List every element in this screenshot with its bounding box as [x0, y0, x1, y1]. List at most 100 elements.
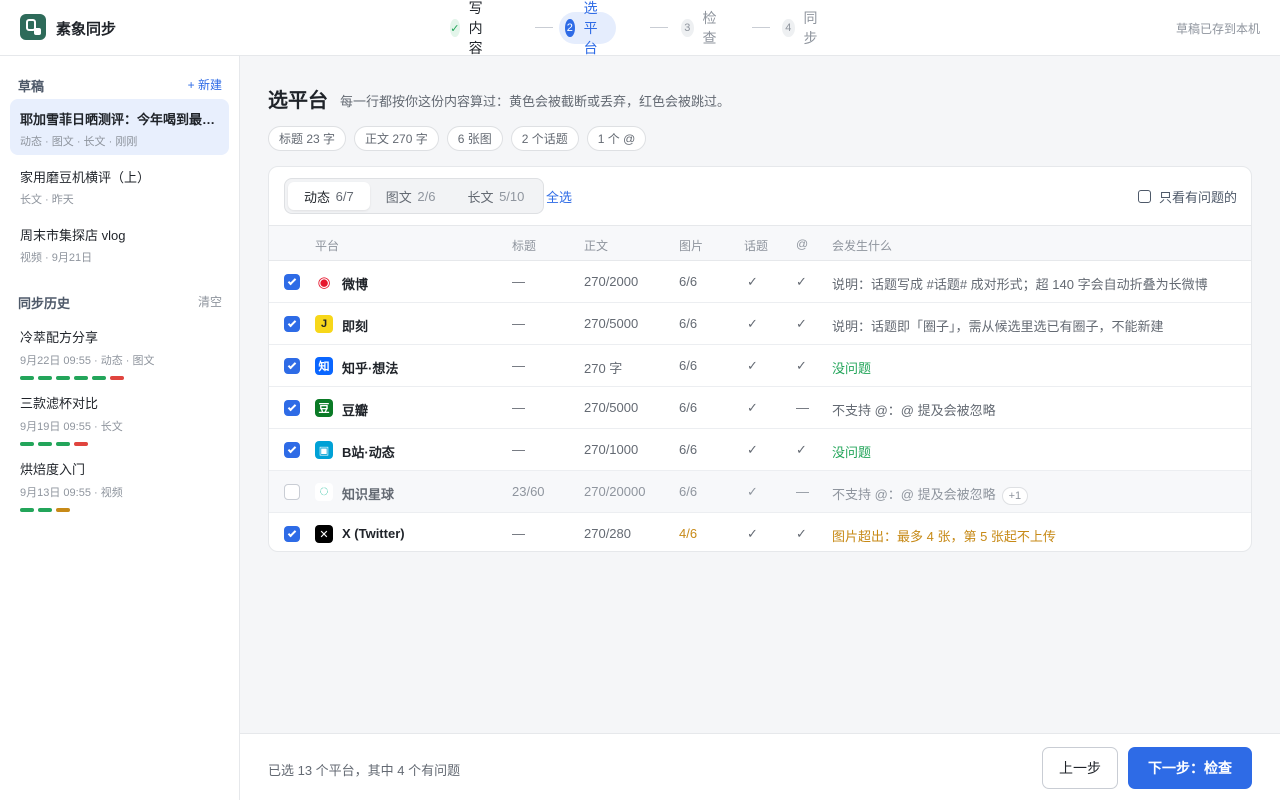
platform-row[interactable]: J 即刻 — 270/5000 6/6 ✓ ✓ 说明：话题即「圈子」，需从候选里选已有圈子，不… — [269, 303, 1251, 345]
platform-row[interactable]: ▣ B站·动态 — 270/1000 6/6 ✓ ✓ 没问题 — [269, 429, 1251, 471]
sync-result-bar — [20, 508, 34, 512]
cell-what-happens: 不支持 @：@ 提及会被忽略 +1 — [832, 484, 1029, 505]
zhihu-icon: 知 — [315, 357, 333, 375]
only-problems-label: 只看有问题的 — [1158, 190, 1237, 205]
draft-title: 周末市集探店 vlog — [20, 228, 126, 243]
cell-what-happens: 没问题 — [832, 442, 871, 461]
sync-result-bar — [56, 442, 70, 446]
draft-item[interactable]: 周末市集探店 vlog 视频 · 9月21日 — [10, 215, 229, 271]
platform-row[interactable]: ✕ X (Twitter) — 270/280 4/6 ✓ ✓ 图片超出：最多 4 张，第 5… — [269, 513, 1251, 551]
cell-body: 270/280 — [584, 526, 631, 541]
cell-at: ✓ — [796, 316, 807, 331]
x-twitter-icon: ✕ — [315, 525, 333, 543]
platform-checkbox[interactable] — [284, 484, 300, 500]
draft-meta: 视频 · 9月21日 — [20, 252, 93, 264]
history-item[interactable]: 冷萃配方分享 9月22日 09:55 · 动态 · 图文 — [20, 327, 220, 380]
selection-summary: 已选 13 个平台，其中 4 个有问题 — [268, 763, 461, 778]
cell-images: 6/6 — [679, 358, 698, 373]
tab-count: 2/6 — [417, 188, 436, 204]
more-issues-badge[interactable]: +1 — [1001, 487, 1029, 505]
cell-what-happens: 没问题 — [832, 358, 871, 377]
save-status: 草稿已存到本机 — [1175, 22, 1260, 36]
platform-checkbox[interactable] — [284, 274, 300, 290]
draft-item[interactable]: 耶加雪菲日晒测评：今年喝到最好的一支 动态 · 图文 · 长文 · 刚刚 — [10, 99, 229, 155]
platform-checkbox[interactable] — [284, 400, 300, 416]
new-draft-button[interactable]: + 新建 — [188, 76, 222, 93]
platform-checkbox[interactable] — [284, 442, 300, 458]
platform-row[interactable]: ◉ 微博 — 270/2000 6/6 ✓ ✓ 说明：话题写成 #话题# 成对形式；超 140… — [269, 261, 1251, 303]
step-label: 选平台 — [583, 0, 598, 56]
step-write[interactable]: ✓ 写内容 — [444, 0, 501, 56]
cell-at: — — [796, 484, 809, 499]
history-title: 同步历史 — [18, 296, 71, 311]
page-title: 选平台 — [268, 90, 328, 112]
top-bar: 素象同步 ✓ 写内容 2 选平台 3 检查 4 同步 草稿已存到本机 — [0, 0, 1280, 56]
step-sync[interactable]: 4 同步 — [776, 10, 833, 46]
sync-result-bar — [38, 508, 52, 512]
stat-chip: 6 张图 — [446, 126, 503, 151]
only-problems-checkbox[interactable] — [1137, 190, 1151, 203]
note-text: 说明：话题写成 #话题# 成对形式；超 140 字会自动折叠为长微博 — [832, 277, 1208, 292]
sidebar: 草稿 + 新建 耶加雪菲日晒测评：今年喝到最好的一支 动态 · 图文 · 长文 … — [0, 56, 240, 800]
cell-images: 6/6 — [679, 484, 698, 499]
app-name: 素象同步 — [56, 21, 117, 38]
jike-icon: J — [315, 315, 333, 333]
sync-result-bar — [74, 442, 88, 446]
stat-chip: 正文 270 字 — [354, 126, 439, 151]
col-body: 正文 — [584, 239, 609, 253]
check-icon: ✓ — [450, 19, 460, 37]
platform-row[interactable]: ◌ 知识星球 23/60 270/20000 6/6 ✓ — 不支持 @：@ 提及会被忽略 +1 — [269, 471, 1251, 513]
note-text: 不支持 @：@ 提及会被忽略 — [832, 403, 996, 418]
prev-step-button[interactable]: 上一步 — [1042, 747, 1118, 789]
platform-name: B站·动态 — [342, 445, 395, 460]
platform-table-card: 动态 6/7 图文 2/6 长文 5/10 全选 只看有问题的 平台 标题 正文… — [268, 166, 1252, 552]
platform-checkbox[interactable] — [284, 526, 300, 542]
cell-title: — — [512, 358, 525, 373]
cell-what-happens: 说明：话题即「圈子」，需从候选里选已有圈子，不能新建 — [832, 316, 1164, 335]
step-label: 写内容 — [468, 0, 483, 56]
tab-image-text[interactable]: 图文 2/6 — [370, 182, 452, 210]
col-title: 标题 — [512, 239, 537, 253]
history-title: 冷萃配方分享 — [20, 330, 99, 345]
cell-body: 270/5000 — [584, 400, 639, 415]
cell-title: — — [512, 400, 525, 415]
platform-row[interactable]: 豆豆瓣 — 270/5000 6/6 ✓ — 不支持 @：@ 提及会被忽略 — [269, 387, 1251, 429]
tab-label: 动态 — [304, 189, 331, 205]
sync-result-bar — [38, 376, 52, 380]
clear-history-button[interactable]: 清空 — [198, 293, 222, 310]
note-text: 没问题 — [832, 361, 872, 376]
note-text: 没问题 — [832, 445, 872, 460]
col-images: 图片 — [679, 239, 704, 253]
history-title: 烘焙度入门 — [20, 462, 86, 477]
platform-name: X (Twitter) — [342, 526, 405, 541]
select-all-link[interactable]: 全选 — [546, 187, 572, 206]
content-stats: 标题 23 字 正文 270 字 6 张图 2 个话题 1 个 @ — [268, 126, 647, 151]
platform-name: 豆瓣 — [342, 403, 369, 418]
cell-body: 270/20000 — [584, 484, 646, 499]
cell-topics: ✓ — [747, 400, 758, 415]
table-header: 平台 标题 正文 图片 话题 @ 会发生什么 — [269, 225, 1251, 261]
next-step-button[interactable]: 下一步：检查 — [1128, 747, 1252, 789]
content-type-tabs: 动态 6/7 图文 2/6 长文 5/10 — [284, 178, 545, 214]
step-platforms[interactable]: 2 选平台 — [559, 0, 616, 56]
cell-topics: ✓ — [747, 316, 758, 331]
draft-item[interactable]: 家用磨豆机横评（上） 长文 · 昨天 — [10, 157, 229, 213]
platform-checkbox[interactable] — [284, 358, 300, 374]
cell-topics: ✓ — [747, 526, 758, 541]
sync-result-bar — [20, 376, 34, 380]
cell-topics: ✓ — [747, 484, 758, 499]
platform-row[interactable]: 知知乎·想法 — 270 字 6/6 ✓ ✓ 没问题 — [269, 345, 1251, 387]
only-problems-toggle[interactable]: 只看有问题的 — [1137, 187, 1237, 206]
tab-count: 6/7 — [335, 188, 354, 204]
history-item[interactable]: 烘焙度入门 9月13日 09:55 · 视频 — [20, 459, 220, 512]
platform-checkbox[interactable] — [284, 316, 300, 332]
sync-result-bars — [20, 508, 220, 512]
page-subtitle: 每一行都按你这份内容算过：黄色会被截断或丢弃，红色会被跳过。 — [340, 94, 731, 109]
step-connector — [650, 27, 668, 28]
cell-what-happens: 不支持 @：@ 提及会被忽略 — [832, 400, 996, 419]
tab-dynamic[interactable]: 动态 6/7 — [288, 182, 370, 210]
cell-title: — — [512, 442, 525, 457]
step-review[interactable]: 3 检查 — [675, 10, 732, 46]
history-item[interactable]: 三款滤杯对比 9月19日 09:55 · 长文 — [20, 393, 220, 446]
tab-long-article[interactable]: 长文 5/10 — [451, 182, 540, 210]
